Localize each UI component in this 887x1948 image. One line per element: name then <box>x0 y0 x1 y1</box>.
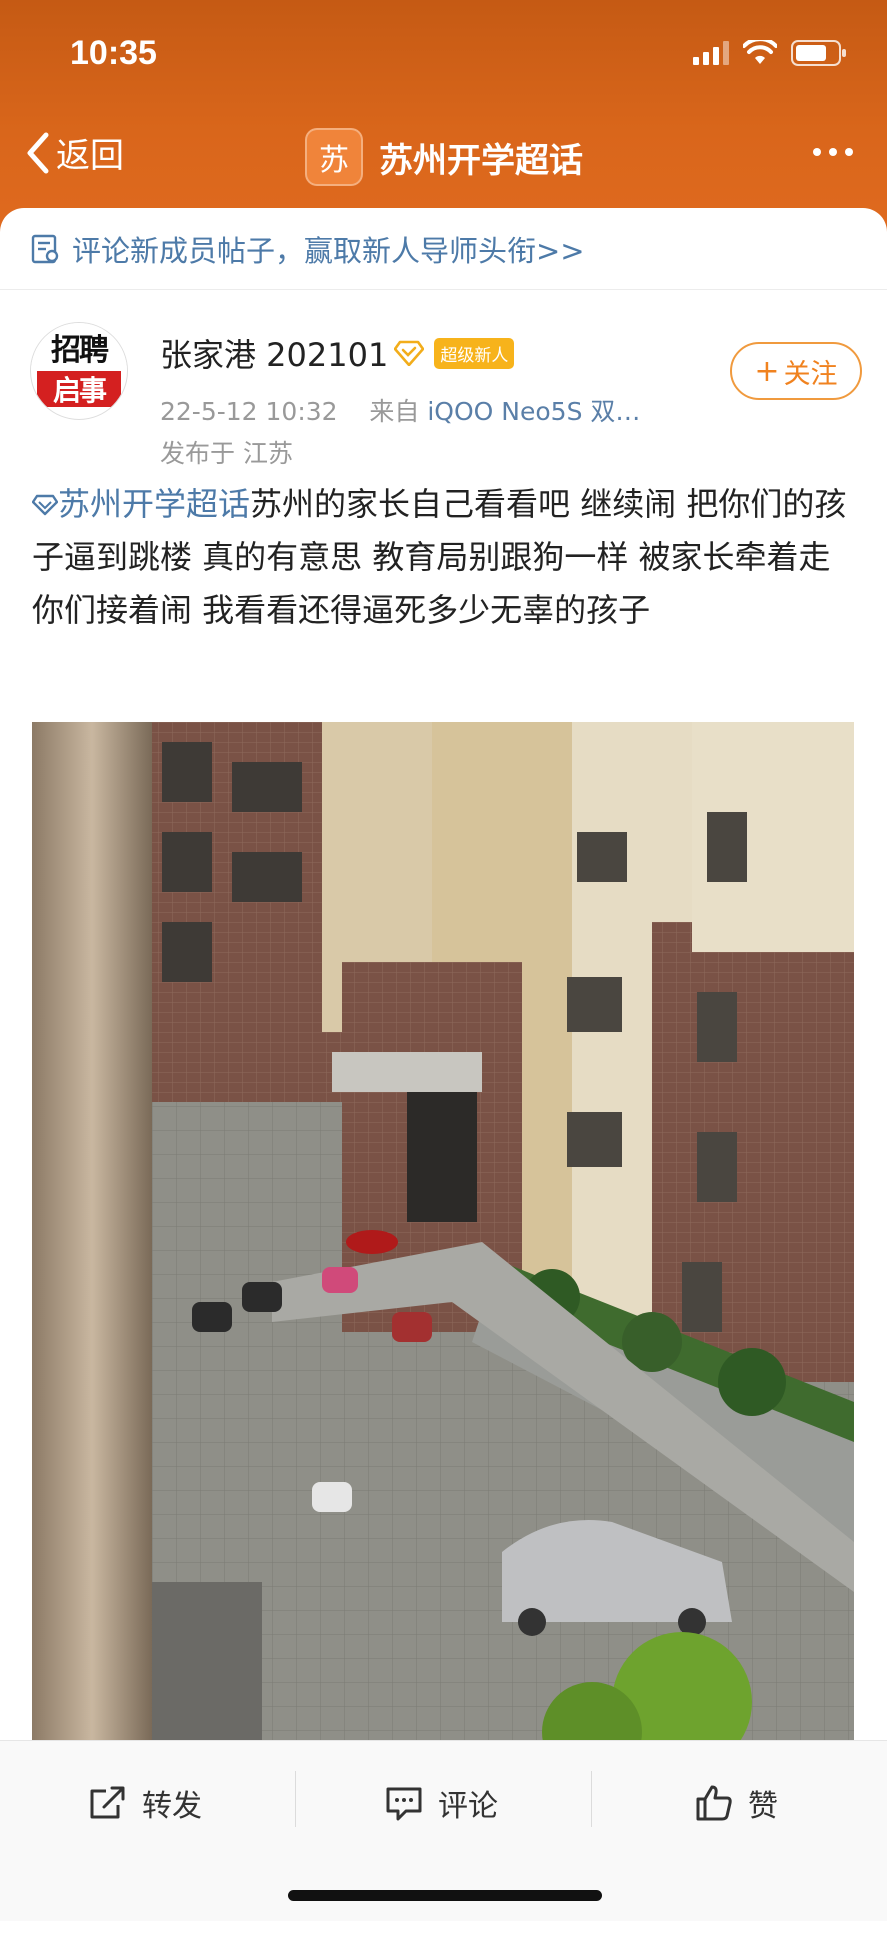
post-location: 发布于 江苏 <box>160 439 293 468</box>
status-bar: 10:35 <box>0 0 887 110</box>
from-label: 来自 <box>369 397 420 426</box>
post-image[interactable] <box>32 722 854 1744</box>
notice-text: 评论新成员帖子，赢取新人导师头衔>> <box>72 233 585 268</box>
topic-badge: 苏 <box>305 128 363 186</box>
comment-icon <box>386 1787 422 1821</box>
action-divider <box>295 1771 296 1827</box>
avatar[interactable]: 招聘 启事 <box>30 322 128 420</box>
wifi-icon <box>743 40 777 64</box>
topic-diamond-icon <box>31 494 59 516</box>
repost-icon <box>90 1786 125 1819</box>
back-arrow-icon <box>27 132 49 173</box>
status-time: 10:35 <box>70 34 157 72</box>
author-name-row: 张家港 202101 超级新人 <box>160 330 515 376</box>
more-icon[interactable] <box>813 148 853 156</box>
follow-button[interactable]: + 关注 <box>730 342 862 400</box>
content-sheet: 评论新成员帖子，赢取新人导师头衔>> 招聘 启事 张家港 202101 超级新人… <box>0 208 887 1948</box>
like-button[interactable]: 赞 <box>694 1781 778 1825</box>
status-icons <box>693 40 847 66</box>
navigation-bar: 返回 苏 苏州开学超话 <box>0 110 887 200</box>
follow-label: 关注 <box>783 358 838 390</box>
battery-icon <box>791 40 846 66</box>
comment-button[interactable]: 评论 <box>384 1781 498 1825</box>
verified-icon <box>394 340 425 366</box>
post-body: 苏州开学超话苏州的家长自己看看吧 继续闹 把你们的孩子逼到跳楼 真的有意思 教育… <box>31 478 854 637</box>
like-label: 赞 <box>748 1789 778 1824</box>
avatar-bottom-text: 启事 <box>37 371 121 407</box>
post-date: 22-5-12 10:32 <box>160 397 338 426</box>
action-divider <box>591 1771 592 1827</box>
signal-icon <box>693 41 729 65</box>
topic-name: 苏州开学超话 <box>379 140 583 181</box>
comment-label: 评论 <box>438 1789 498 1824</box>
plus-icon: + <box>754 353 780 389</box>
home-indicator[interactable] <box>288 1890 602 1901</box>
device-link[interactable]: iQOO Neo5S 双… <box>427 397 640 426</box>
post-photo-illustration <box>32 722 854 1744</box>
back-button[interactable]: 返回 <box>24 128 124 177</box>
post-meta: 22-5-12 10:32 来自 iQOO Neo5S 双… <box>160 392 640 428</box>
notice-icon <box>31 234 59 263</box>
notice-banner[interactable]: 评论新成员帖子，赢取新人导师头衔>> <box>0 208 887 290</box>
super-newbie-badge: 超级新人 <box>434 337 515 369</box>
repost-label: 转发 <box>142 1789 202 1824</box>
back-label: 返回 <box>56 136 124 176</box>
topic-title[interactable]: 苏 苏州开学超话 <box>305 128 583 186</box>
author-block: 招聘 启事 张家港 202101 超级新人 22-5-12 10:32 来自 i… <box>30 322 862 472</box>
post-topic-link[interactable]: 苏州开学超话 <box>58 485 250 523</box>
avatar-top-text: 招聘 <box>31 323 127 371</box>
like-icon <box>696 1785 732 1821</box>
author-name[interactable]: 张家港 202101 <box>160 330 388 376</box>
repost-button[interactable]: 转发 <box>88 1781 202 1825</box>
